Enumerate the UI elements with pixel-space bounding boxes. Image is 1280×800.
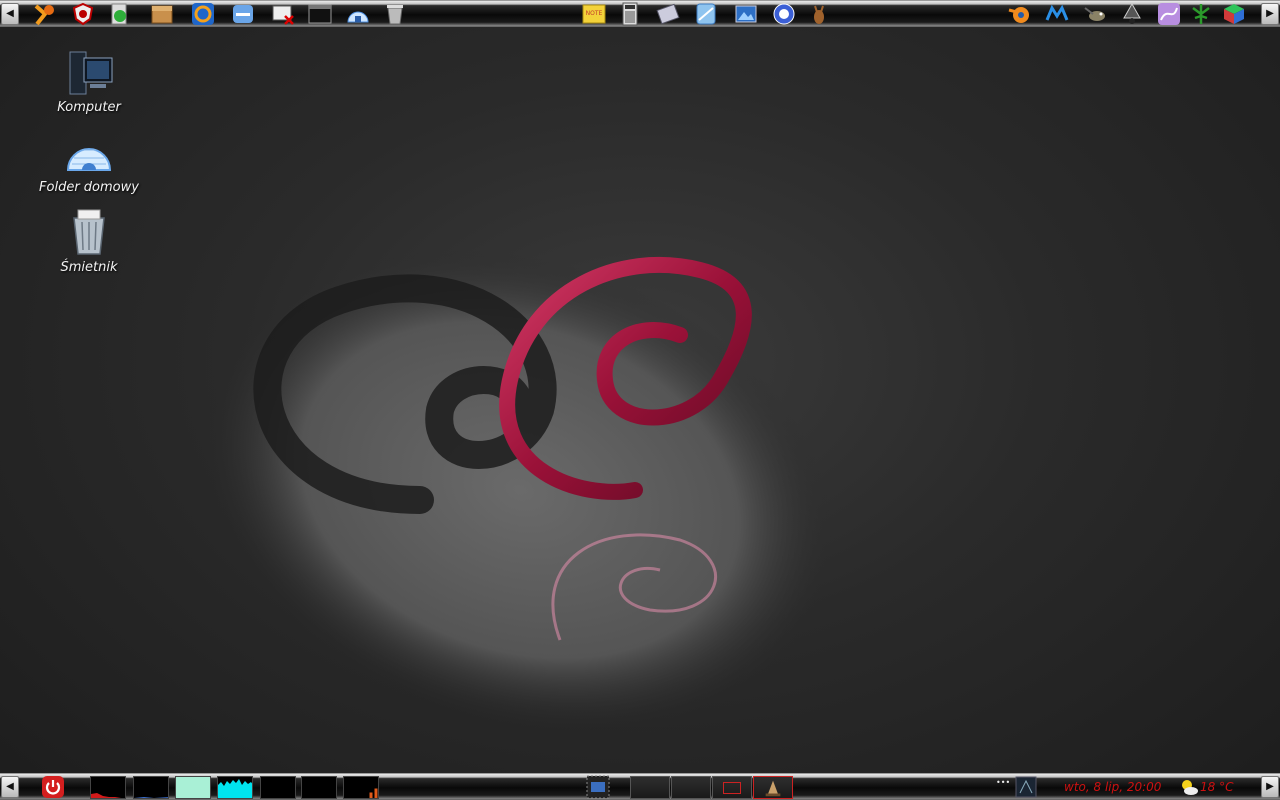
desktop-icon-home-folder[interactable]: Folder domowy (24, 128, 154, 195)
swirl-app-icon[interactable] (190, 2, 216, 26)
desktop-icon-computer[interactable]: Komputer (24, 48, 154, 115)
panel-scroll-right-button[interactable]: ▶ (1261, 776, 1279, 798)
panel-scroll-left-button[interactable]: ◀ (1, 776, 19, 798)
screenshot-icon[interactable] (655, 2, 681, 26)
load-monitor[interactable] (260, 776, 296, 799)
desktop-icon-label: Folder domowy (39, 180, 139, 195)
home-igloo-icon[interactable] (345, 2, 371, 26)
temperature[interactable]: 18 °C (1200, 780, 1233, 794)
bottom-panel: ◀ ••• wto, 8 lip, 20:00 18 °C ▶ (0, 773, 1280, 800)
desktop-icon-label: Komputer (57, 100, 121, 115)
xkill-icon[interactable] (270, 2, 296, 26)
maya-icon[interactable] (1044, 2, 1070, 26)
clock[interactable]: wto, 8 lip, 20:00 (1064, 780, 1161, 794)
panel-scroll-right-button[interactable]: ▶ (1261, 3, 1279, 25)
disk-monitor[interactable] (301, 776, 337, 799)
trash-icon (64, 208, 114, 258)
inkscape-icon[interactable] (1119, 2, 1145, 26)
antivirus-icon[interactable] (70, 2, 96, 26)
cannabis-icon[interactable] (1188, 2, 1214, 26)
top-panel: ◀ NOTE ▶ (0, 0, 1280, 27)
blender-icon[interactable] (1006, 2, 1032, 26)
emule-icon[interactable] (806, 2, 832, 26)
file-manager-icon[interactable] (693, 2, 719, 26)
calculator-icon[interactable] (617, 2, 643, 26)
desktop-icon-label: Śmietnik (60, 260, 118, 275)
desktop-wallpaper (207, 249, 833, 731)
svg-text:NOTE: NOTE (586, 10, 603, 17)
image-viewer-icon[interactable] (733, 2, 759, 26)
purple-app-icon[interactable] (1156, 2, 1182, 26)
terminal-icon[interactable] (307, 2, 333, 26)
weather-sunny-icon[interactable] (1176, 775, 1202, 799)
drive-icon[interactable] (230, 2, 256, 26)
gimp-icon[interactable] (1082, 2, 1108, 26)
network-monitor[interactable] (217, 776, 253, 799)
computer-icon (64, 48, 114, 98)
igloo-home-icon (64, 128, 114, 178)
workspace-1[interactable] (630, 776, 670, 799)
show-desktop-icon[interactable] (585, 775, 611, 799)
note-icon[interactable]: NOTE (581, 2, 607, 26)
debian-package-icon[interactable] (149, 2, 175, 26)
workspace-3[interactable] (712, 776, 752, 799)
io-monitor[interactable] (343, 776, 379, 799)
power-icon[interactable] (40, 775, 66, 799)
desktop-icon-trash[interactable]: Śmietnik (24, 208, 154, 275)
cpu-monitor[interactable] (90, 776, 126, 799)
trash-icon[interactable] (382, 2, 408, 26)
panel-scroll-left-button[interactable]: ◀ (1, 3, 19, 25)
tray-app-icon[interactable] (1013, 775, 1039, 799)
xchat-icon[interactable] (32, 2, 58, 26)
memory-monitor[interactable] (133, 776, 169, 799)
recycle-updater-icon[interactable] (107, 2, 133, 26)
workspace-4[interactable] (753, 776, 793, 799)
tray-more-dots[interactable]: ••• (996, 778, 1010, 787)
workspace-2[interactable] (671, 776, 711, 799)
swap-monitor[interactable] (175, 776, 211, 799)
cube-icon[interactable] (1221, 2, 1247, 26)
help-icon[interactable] (771, 2, 797, 26)
